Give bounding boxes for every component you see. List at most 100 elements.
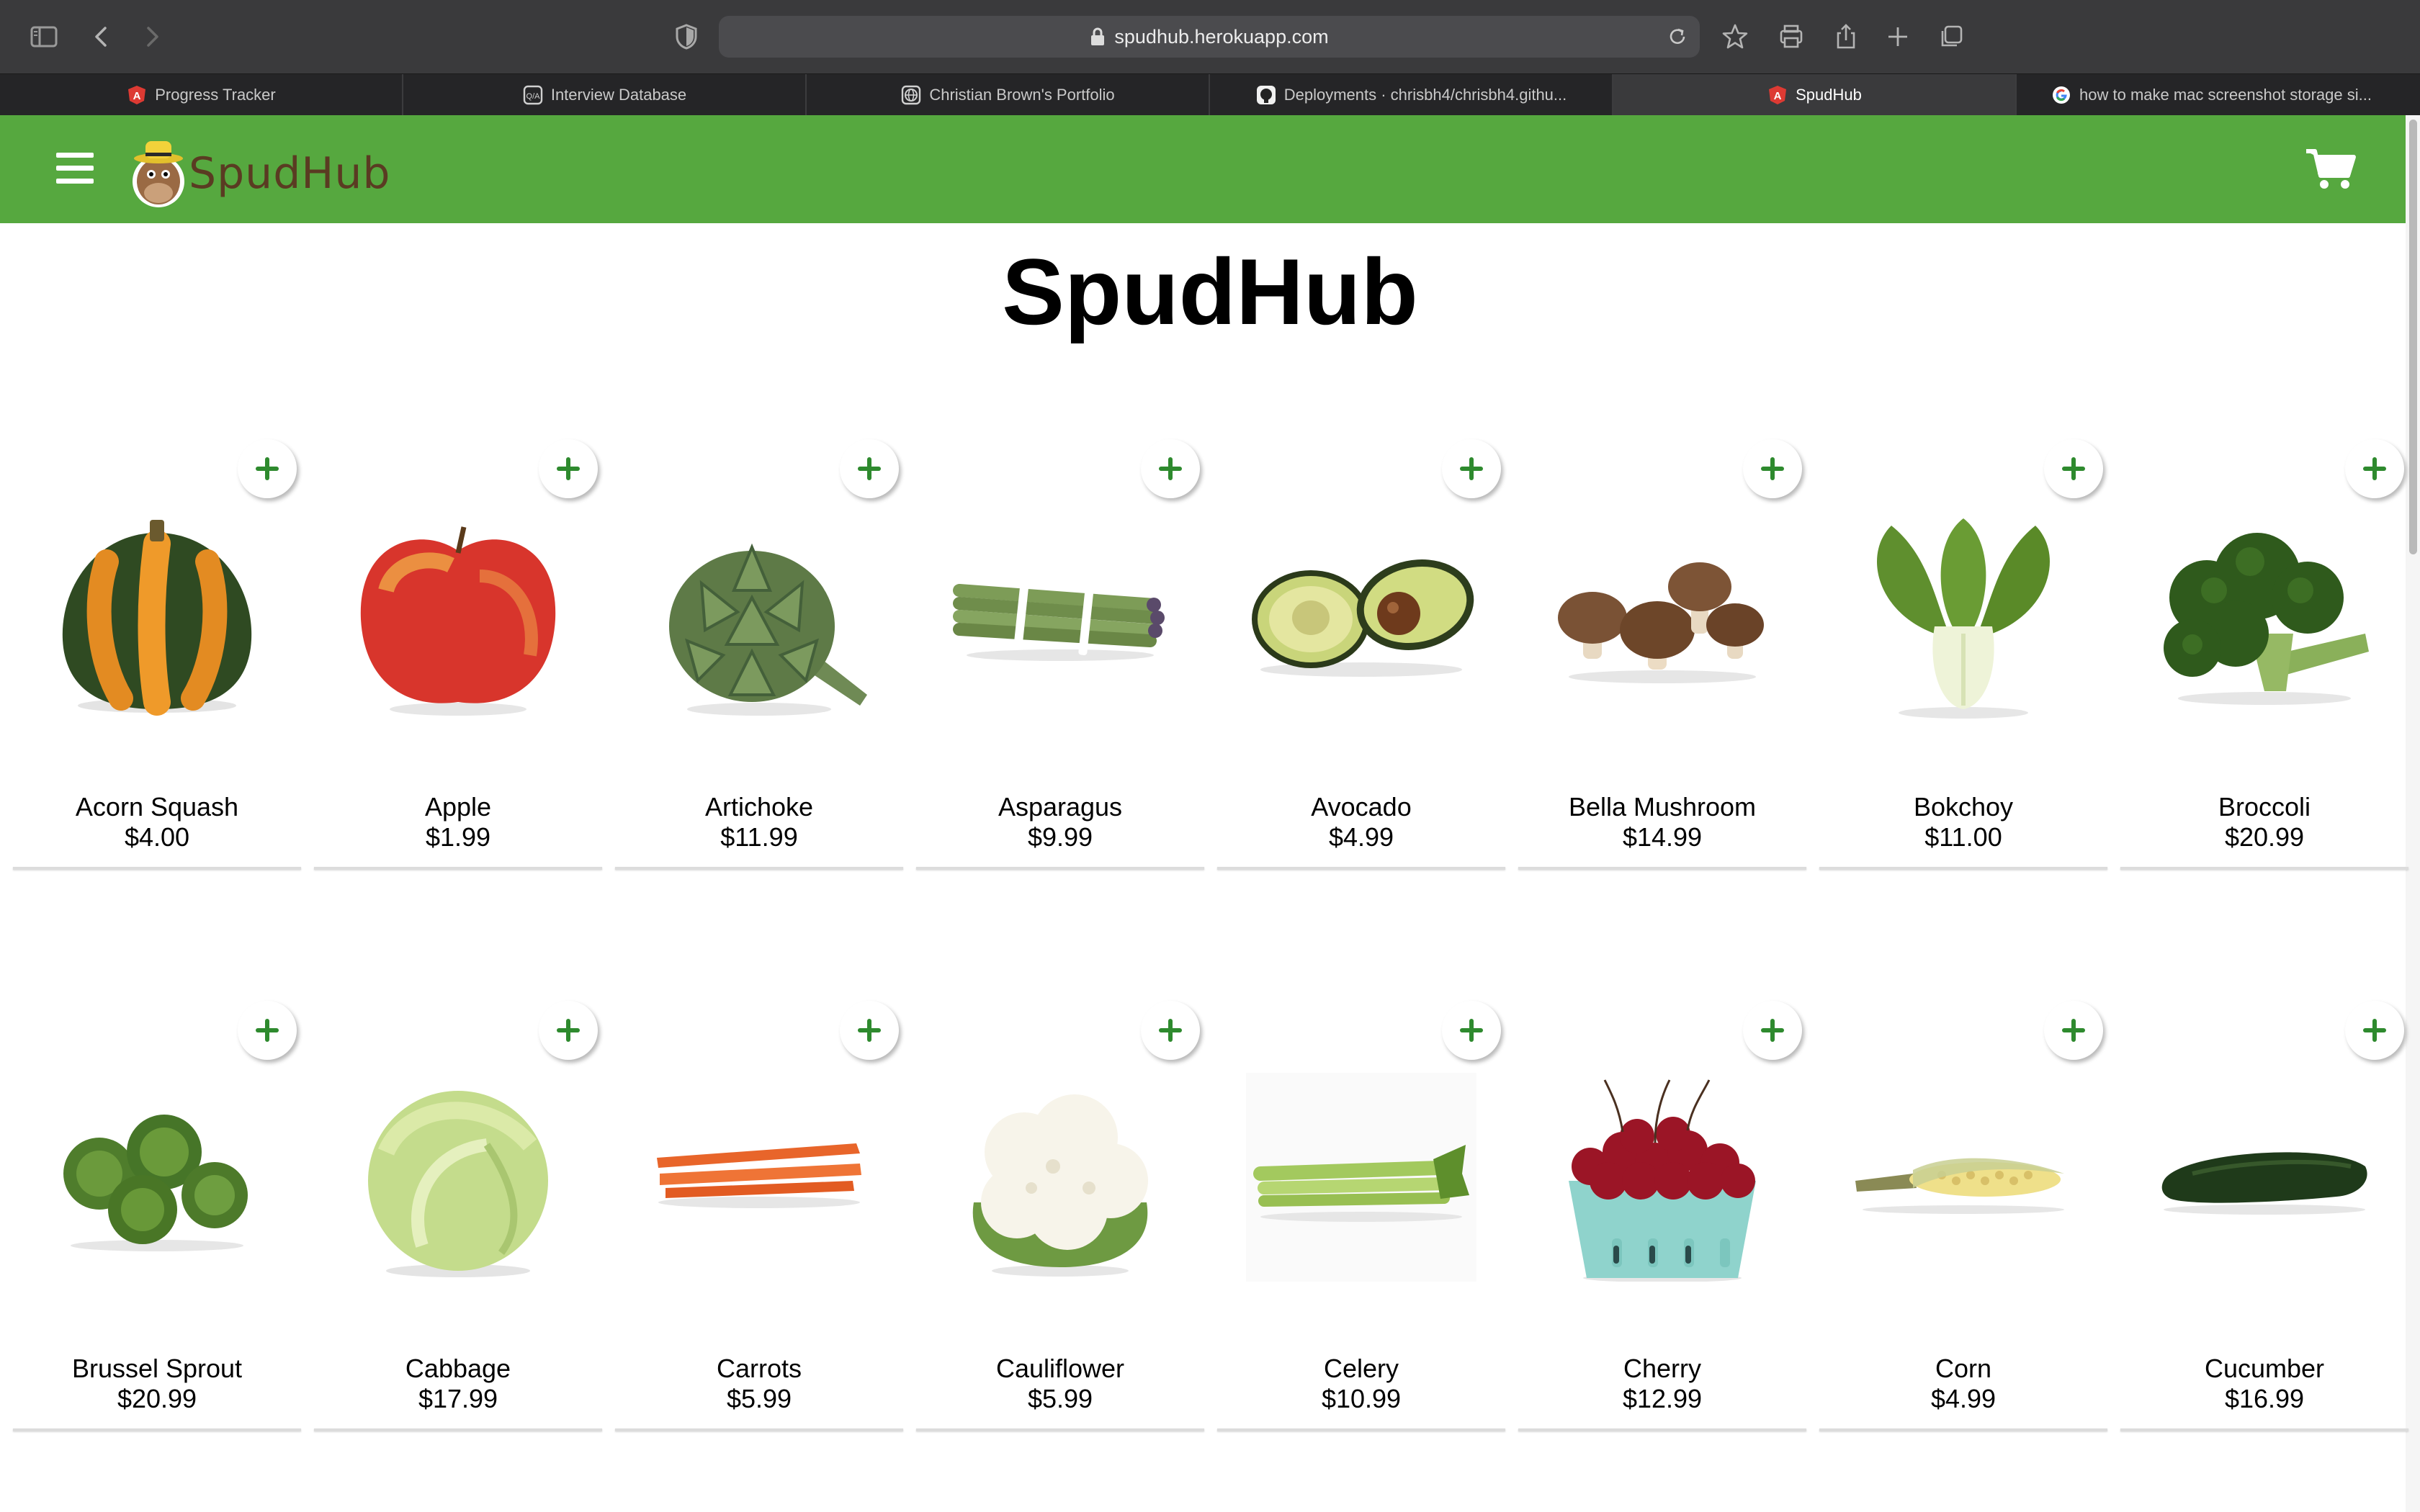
plus-icon bbox=[557, 1019, 580, 1042]
app-header: SpudHub bbox=[0, 115, 2406, 223]
back-icon[interactable] bbox=[81, 16, 122, 58]
product-name: Corn bbox=[1935, 1354, 1992, 1383]
card-divider bbox=[314, 1428, 602, 1431]
tab-deployments[interactable]: Deployments · chrisbh4/chrisbh4.githu... bbox=[1210, 74, 1613, 116]
product-price: $10.99 bbox=[1321, 1384, 1402, 1413]
carrots-image bbox=[644, 1073, 874, 1282]
reload-icon[interactable] bbox=[1665, 24, 1690, 49]
tab-progress-tracker[interactable]: A Progress Tracker bbox=[0, 74, 403, 116]
tab-google-search[interactable]: how to make mac screenshot storage si... bbox=[2017, 74, 2406, 116]
add-to-cart-button[interactable] bbox=[1442, 1001, 1501, 1060]
product-card-cauliflower[interactable]: Cauliflower $5.99 bbox=[916, 979, 1204, 1433]
product-name: Acorn Squash bbox=[75, 792, 239, 822]
logo-text: SpudHub bbox=[189, 148, 391, 199]
product-name: Cabbage bbox=[405, 1354, 511, 1383]
bookmark-star-icon[interactable] bbox=[1714, 16, 1756, 58]
new-tab-icon[interactable] bbox=[1877, 16, 1919, 58]
product-price: $4.99 bbox=[1930, 1384, 1996, 1413]
product-card-brussel-sprout[interactable]: Brussel Sprout $20.99 bbox=[13, 979, 301, 1433]
add-to-cart-button[interactable] bbox=[2044, 439, 2103, 498]
add-to-cart-button[interactable] bbox=[539, 1001, 598, 1060]
add-to-cart-button[interactable] bbox=[2345, 1001, 2404, 1060]
plus-icon bbox=[2363, 457, 2386, 480]
card-divider bbox=[916, 1428, 1204, 1431]
address-bar[interactable]: spudhub.herokuapp.com bbox=[719, 16, 1700, 58]
product-name: Broccoli bbox=[2218, 792, 2311, 822]
product-price: $12.99 bbox=[1622, 1384, 1703, 1413]
add-to-cart-button[interactable] bbox=[840, 439, 899, 498]
tab-interview-database[interactable]: Q/A Interview Database bbox=[403, 74, 807, 116]
share-icon[interactable] bbox=[1825, 16, 1867, 58]
card-divider bbox=[1518, 1428, 1806, 1431]
tab-label: Interview Database bbox=[550, 86, 687, 104]
svg-text:A: A bbox=[1774, 90, 1782, 102]
add-to-cart-button[interactable] bbox=[238, 439, 297, 498]
card-divider bbox=[916, 867, 1204, 870]
product-name: Asparagus bbox=[998, 792, 1123, 822]
add-to-cart-button[interactable] bbox=[1743, 439, 1802, 498]
product-card-asparagus[interactable]: Asparagus $9.99 bbox=[916, 418, 1204, 871]
plus-icon bbox=[1159, 1019, 1182, 1042]
add-to-cart-button[interactable] bbox=[2044, 1001, 2103, 1060]
product-card-corn[interactable]: Corn $4.99 bbox=[1819, 979, 2107, 1433]
forward-icon[interactable] bbox=[131, 16, 173, 58]
plus-icon bbox=[858, 457, 881, 480]
product-card-artichoke[interactable]: Artichoke $11.99 bbox=[615, 418, 903, 871]
add-to-cart-button[interactable] bbox=[840, 1001, 899, 1060]
plus-icon bbox=[1159, 457, 1182, 480]
add-to-cart-button[interactable] bbox=[1141, 439, 1200, 498]
product-card-cucumber[interactable]: Cucumber $16.99 bbox=[2120, 979, 2408, 1433]
product-card-celery[interactable]: Celery $10.99 bbox=[1217, 979, 1505, 1433]
sidebar-toggle-icon[interactable] bbox=[23, 16, 65, 58]
product-name: Apple bbox=[424, 792, 492, 822]
product-name: Artichoke bbox=[704, 792, 814, 822]
product-card-avocado[interactable]: Avocado $4.99 bbox=[1217, 418, 1505, 871]
acorn-squash-image bbox=[42, 511, 272, 720]
add-to-cart-button[interactable] bbox=[1141, 1001, 1200, 1060]
product-card-cabbage[interactable]: Cabbage $17.99 bbox=[314, 979, 602, 1433]
product-price: $1.99 bbox=[425, 822, 491, 852]
print-icon[interactable] bbox=[1770, 16, 1812, 58]
page-title: SpudHub bbox=[1002, 239, 1418, 344]
tab-overview-icon[interactable] bbox=[1930, 16, 1972, 58]
product-card-broccoli[interactable]: Broccoli $20.99 bbox=[2120, 418, 2408, 871]
card-divider bbox=[13, 1428, 301, 1431]
product-card-apple[interactable]: Apple $1.99 bbox=[314, 418, 602, 871]
product-price: $20.99 bbox=[117, 1384, 197, 1413]
add-to-cart-button[interactable] bbox=[1743, 1001, 1802, 1060]
product-price: $17.99 bbox=[418, 1384, 498, 1413]
add-to-cart-button[interactable] bbox=[539, 439, 598, 498]
add-to-cart-button[interactable] bbox=[1442, 439, 1501, 498]
product-card-cherry[interactable]: Cherry $12.99 bbox=[1518, 979, 1806, 1433]
tab-spudhub[interactable]: A SpudHub bbox=[1613, 74, 2017, 116]
angular-icon: A bbox=[1767, 84, 1788, 106]
product-card-acorn-squash[interactable]: Acorn Squash $4.00 bbox=[13, 418, 301, 871]
product-price: $4.99 bbox=[1328, 822, 1394, 852]
mushroom-image bbox=[1547, 511, 1778, 720]
url-text: spudhub.herokuapp.com bbox=[1114, 25, 1329, 48]
product-price: $5.99 bbox=[1027, 1384, 1093, 1413]
product-card-carrots[interactable]: Carrots $5.99 bbox=[615, 979, 903, 1433]
plus-icon bbox=[256, 457, 279, 480]
shopping-cart-icon[interactable] bbox=[2305, 147, 2358, 192]
menu-icon[interactable] bbox=[56, 153, 94, 184]
database-icon: Q/A bbox=[522, 84, 544, 106]
product-price: $11.00 bbox=[1924, 822, 2002, 852]
product-price: $11.99 bbox=[720, 822, 798, 852]
add-to-cart-button[interactable] bbox=[2345, 439, 2404, 498]
cherry-image bbox=[1547, 1073, 1778, 1282]
lock-icon bbox=[1091, 27, 1105, 45]
product-price: $9.99 bbox=[1027, 822, 1093, 852]
google-icon bbox=[2051, 84, 2072, 106]
globe-icon bbox=[900, 84, 922, 106]
product-card-bokchoy[interactable]: Bokchoy $11.00 bbox=[1819, 418, 2107, 871]
privacy-shield-icon[interactable] bbox=[666, 16, 707, 58]
add-to-cart-button[interactable] bbox=[238, 1001, 297, 1060]
tab-portfolio[interactable]: Christian Brown's Portfolio bbox=[807, 74, 1210, 116]
product-name: Carrots bbox=[716, 1354, 802, 1383]
plus-icon bbox=[2062, 457, 2085, 480]
product-card-bella-mushroom[interactable]: Bella Mushroom $14.99 bbox=[1518, 418, 1806, 871]
product-price: $16.99 bbox=[2224, 1384, 2305, 1413]
tab-label: how to make mac screenshot storage si... bbox=[2079, 86, 2372, 104]
brussel-sprout-image bbox=[42, 1073, 272, 1282]
